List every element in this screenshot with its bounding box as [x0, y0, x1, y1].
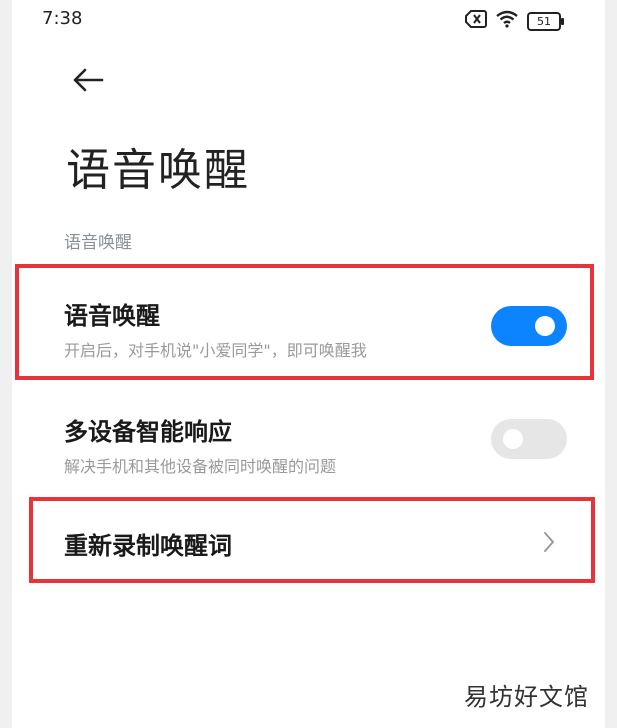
- highlight-box-voice-wake: [15, 264, 594, 380]
- battery-icon: 51: [527, 11, 564, 31]
- page-title: 语音唤醒: [66, 145, 250, 196]
- watermark: 易坊好文馆: [464, 683, 589, 711]
- back-button[interactable]: [70, 62, 110, 102]
- multi-device-toggle[interactable]: [491, 419, 567, 459]
- toggle-knob: [503, 429, 523, 449]
- status-bar: 7:38 51: [42, 8, 564, 34]
- section-title: 语音唤醒: [64, 233, 132, 253]
- back-arrow-icon: [70, 68, 106, 102]
- status-icons: 51: [465, 10, 564, 32]
- wifi-icon: [495, 10, 519, 32]
- highlight-box-rerecord: [29, 497, 595, 583]
- right-edge: [605, 0, 617, 728]
- status-time: 7:38: [42, 8, 83, 29]
- left-edge: [0, 0, 12, 728]
- sim-off-icon: [465, 10, 487, 32]
